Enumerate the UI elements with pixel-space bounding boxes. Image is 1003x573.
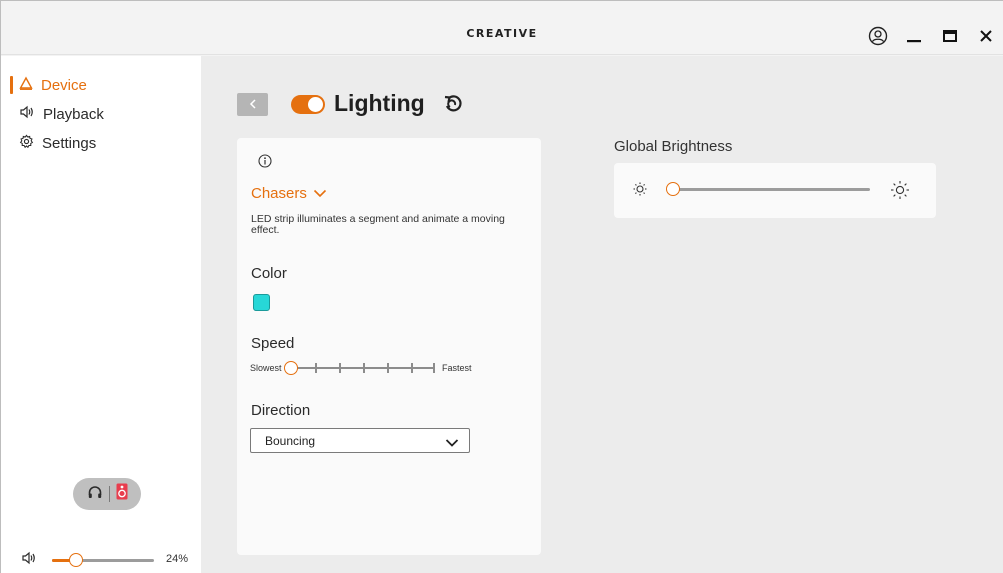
main-content: Lighting Chasers LED strip illuminates a…: [201, 56, 1003, 573]
effect-description: LED strip illuminates a segment and anim…: [251, 213, 505, 236]
speaker-device-icon[interactable]: [116, 483, 128, 505]
window-controls: [867, 25, 997, 47]
toggle-divider: [108, 486, 110, 502]
speed-tick: [339, 363, 341, 373]
app-window: CREATIVE Device Playback Settings 24% Li…: [0, 0, 1003, 573]
chevron-left-icon: [249, 96, 257, 114]
global-brightness-card: [614, 163, 936, 218]
lighting-toggle[interactable]: [291, 95, 325, 114]
direction-label: Direction: [251, 402, 311, 419]
speed-max-label: Fastest: [442, 363, 472, 373]
sidebar-item-device[interactable]: Device: [19, 76, 87, 94]
direction-dropdown[interactable]: Bouncing: [250, 428, 470, 453]
speed-knob[interactable]: [284, 361, 298, 375]
volume-slider[interactable]: [52, 553, 154, 567]
speed-tick: [363, 363, 365, 373]
speed-tick: [433, 363, 435, 373]
volume-knob[interactable]: [69, 553, 84, 567]
speed-tick: [411, 363, 413, 373]
brightness-high-icon: [890, 180, 910, 205]
brightness-low-icon: [632, 181, 648, 202]
effect-dropdown[interactable]: Chasers: [251, 185, 327, 202]
output-device-toggle[interactable]: [73, 478, 141, 510]
speed-tick: [387, 363, 389, 373]
volume-icon[interactable]: [21, 551, 37, 570]
gear-icon: [19, 134, 34, 153]
active-indicator: [10, 76, 13, 94]
sidebar-item-label: Settings: [42, 135, 97, 152]
page-title: Lighting: [334, 90, 425, 116]
maximize-icon[interactable]: [939, 25, 961, 47]
sidebar-item-playback[interactable]: Playback: [19, 105, 104, 123]
device-icon: [19, 76, 33, 94]
title-bar: CREATIVE: [1, 1, 1003, 55]
volume-percent: 24%: [166, 553, 189, 565]
speed-control: Slowest Fastest: [250, 361, 490, 375]
color-swatch[interactable]: [253, 294, 270, 311]
info-icon[interactable]: [258, 154, 272, 173]
volume-control: 24%: [21, 551, 196, 569]
sidebar-item-label: Playback: [43, 105, 104, 123]
chevron-down-icon: [445, 435, 459, 453]
speed-label: Speed: [251, 335, 295, 352]
close-icon[interactable]: [975, 25, 997, 47]
back-button[interactable]: [237, 93, 268, 116]
user-icon[interactable]: [867, 25, 889, 47]
lighting-settings-card: Chasers LED strip illuminates a segment …: [237, 138, 541, 555]
brand-logo: CREATIVE: [466, 27, 538, 40]
headphones-icon[interactable]: [87, 484, 103, 505]
minimize-icon[interactable]: [903, 25, 925, 47]
speed-tick: [315, 363, 317, 373]
brightness-slider[interactable]: [666, 182, 870, 196]
global-brightness-label: Global Brightness: [614, 138, 733, 155]
effect-name: Chasers: [251, 185, 307, 202]
color-label: Color: [251, 265, 287, 282]
direction-value: Bouncing: [265, 434, 316, 448]
speaker-icon: [19, 105, 35, 123]
speed-min-label: Slowest: [250, 363, 282, 373]
toggle-knob: [308, 97, 323, 112]
reset-icon[interactable]: [442, 93, 464, 120]
speed-slider[interactable]: [284, 361, 435, 375]
sidebar: Device Playback Settings 24%: [1, 56, 201, 573]
brightness-knob[interactable]: [666, 182, 680, 196]
chevron-down-icon: [313, 185, 327, 202]
sidebar-item-settings[interactable]: Settings: [19, 134, 96, 153]
sidebar-item-label: Device: [41, 76, 87, 94]
